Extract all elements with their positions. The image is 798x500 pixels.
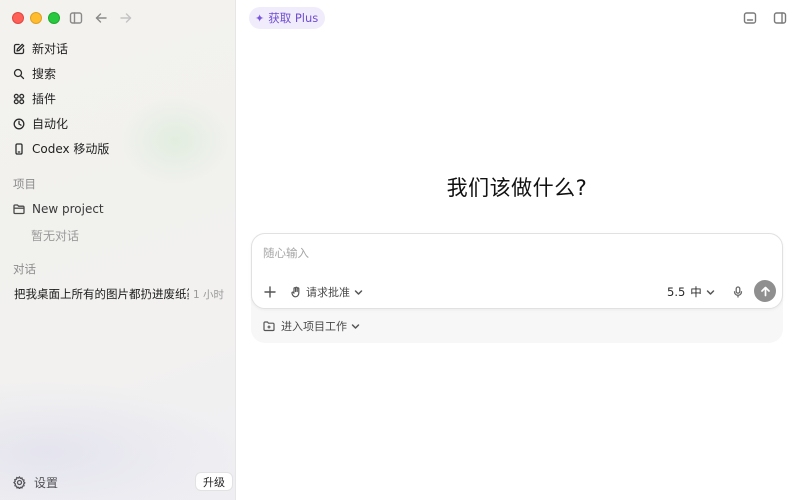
arrow-up-icon (760, 286, 770, 296)
composer-container: 随心输入 请求批准 5.5 中 进入项目工作 (251, 233, 783, 343)
chevron-down-icon (351, 322, 360, 331)
nav-item-label: 新对话 (32, 42, 69, 56)
model-selector[interactable]: 5.5 中 (667, 284, 715, 300)
close-window-button[interactable] (12, 12, 24, 24)
project-empty-note: 暂无对话 (31, 229, 80, 243)
nav-item-search[interactable]: 搜索 (6, 61, 230, 86)
minimize-window-button[interactable] (30, 12, 42, 24)
enter-project-dropdown[interactable]: 进入项目工作 (263, 318, 360, 334)
grid-icon (13, 93, 25, 105)
composer: 随心输入 请求批准 5.5 中 (251, 233, 783, 309)
clock-icon (13, 118, 25, 130)
top-right-toolbar (742, 10, 788, 26)
window-controls (12, 12, 60, 24)
project-name: New project (32, 202, 104, 216)
nav-item-codex-mobile[interactable]: Codex 移动版 (6, 136, 230, 161)
project-item-new-project[interactable]: New project (6, 197, 230, 221)
phone-icon (13, 142, 25, 155)
send-button[interactable] (754, 280, 776, 302)
settings-label: 设置 (34, 475, 59, 490)
sidebar-nav: 新对话 搜索 插件 自动化 Codex 移动版 (6, 36, 230, 161)
back-arrow-icon[interactable] (93, 10, 109, 26)
chevron-down-icon (706, 288, 715, 297)
zoom-window-button[interactable] (48, 12, 60, 24)
message-input[interactable]: 随心输入 (263, 245, 309, 261)
sidebar: 新对话 搜索 插件 自动化 Codex 移动版 项目 New project 暂… (0, 0, 236, 500)
projects-section-label: 项目 (13, 177, 36, 191)
conversation-title: 把我桌面上所有的图片都扔进废纸篓 (14, 287, 189, 301)
get-plus-button[interactable]: ✦ 获取 Plus (249, 7, 326, 29)
terminal-panel-icon[interactable] (742, 10, 758, 26)
voice-input-button[interactable] (730, 284, 746, 300)
plus-icon (264, 286, 276, 298)
enter-project-label: 进入项目工作 (281, 320, 347, 333)
nav-item-label: 自动化 (32, 117, 69, 131)
nav-item-label: 搜索 (32, 67, 57, 81)
add-attachment-button[interactable] (262, 284, 278, 300)
upgrade-button[interactable]: 升级 (195, 472, 233, 491)
gear-icon (13, 475, 26, 490)
nav-item-plugins[interactable]: 插件 (6, 86, 230, 111)
approval-mode-label: 请求批准 (306, 286, 350, 299)
conversation-item[interactable]: 把我桌面上所有的图片都扔进废纸篓 1 小时 (6, 282, 230, 306)
folder-plus-icon (263, 320, 275, 332)
folder-icon (13, 203, 25, 215)
chevron-down-icon (354, 288, 363, 297)
conversation-time: 1 小时 (192, 288, 224, 301)
get-plus-label: 获取 Plus (268, 11, 319, 25)
model-version: 5.5 (667, 285, 686, 299)
window-toolbar (68, 10, 134, 26)
nav-item-automation[interactable]: 自动化 (6, 111, 230, 136)
hand-icon (290, 286, 302, 298)
sidebar-toggle-icon[interactable] (68, 10, 84, 26)
page-title: 我们该做什么? (446, 176, 588, 200)
conversations-section-label: 对话 (13, 262, 36, 276)
model-effort: 中 (690, 285, 702, 299)
search-icon (13, 68, 25, 80)
microphone-icon (733, 286, 743, 298)
sparkle-icon: ✦ (255, 11, 265, 25)
nav-item-label: 插件 (32, 92, 57, 106)
compose-icon (13, 43, 25, 55)
nav-item-new-chat[interactable]: 新对话 (6, 36, 230, 61)
app-window: 新对话 搜索 插件 自动化 Codex 移动版 项目 New project 暂… (0, 0, 798, 500)
side-panel-icon[interactable] (772, 10, 788, 26)
forward-arrow-icon[interactable] (118, 10, 134, 26)
nav-item-label: Codex 移动版 (32, 142, 110, 156)
main-panel: ✦ 获取 Plus 我们该做什么? 随心输入 请求批准 5.5 中 进入项目工作 (236, 0, 798, 500)
settings-button[interactable]: 设置 (13, 473, 58, 491)
approval-mode-dropdown[interactable]: 请求批准 (290, 284, 363, 300)
